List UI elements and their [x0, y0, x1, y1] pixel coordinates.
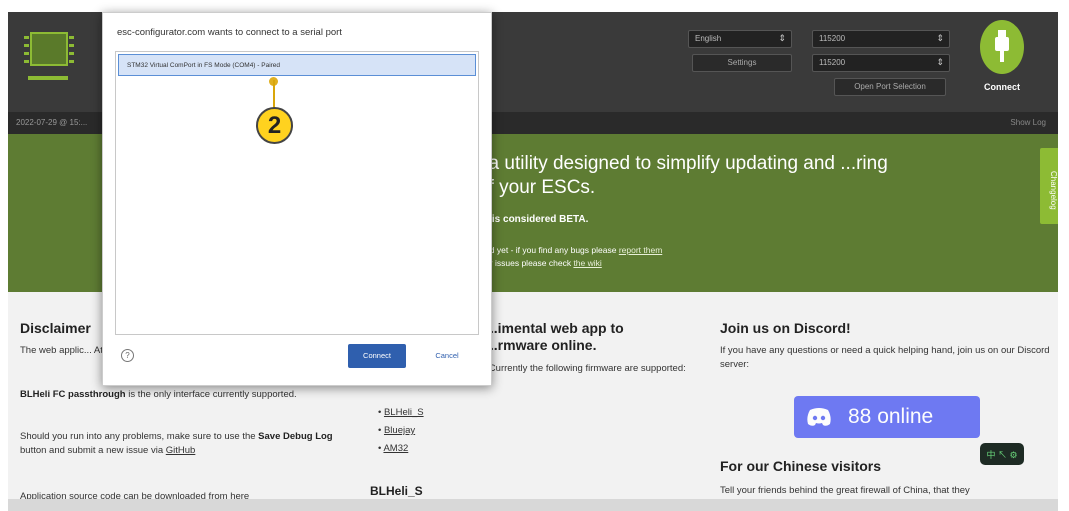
baud-select-value: 115200: [819, 34, 846, 43]
discord-title: Join us on Discord!: [720, 320, 851, 336]
show-log-link[interactable]: Show Log: [1010, 118, 1046, 127]
firmware-link-blheli-s[interactable]: BLHeli_S: [384, 407, 424, 418]
list-item: • Bluejay: [378, 425, 416, 436]
usb-plug-icon: [980, 20, 1024, 74]
esc-logo: [24, 24, 74, 84]
baud-rate-select[interactable]: 115200 ⇕: [812, 54, 950, 72]
disclaimer-debug: Should you run into any problems, make s…: [20, 430, 340, 458]
status-bar: [8, 499, 1058, 511]
open-port-selection-button[interactable]: Open Port Selection: [834, 78, 946, 96]
marker-line: [273, 80, 275, 108]
step-marker: 2: [256, 107, 293, 144]
debug-bold: Save Debug Log: [258, 431, 333, 442]
discord-widget-button[interactable]: 88 online: [794, 396, 980, 438]
list-item: • AM32: [378, 443, 409, 454]
hero-headline: , a utility designed to simplify updatin…: [478, 153, 888, 198]
settings-label: Settings: [727, 58, 757, 67]
baud-select[interactable]: 115200 ⇕: [812, 30, 950, 48]
discord-text: If you have any questions or need a quic…: [720, 345, 1050, 370]
passthrough-text: is the only interface currently supporte…: [125, 389, 297, 400]
open-port-label: Open Port Selection: [854, 82, 926, 91]
firmware-list: • BLHeli_S • Bluejay • AM32: [378, 406, 424, 456]
disclaimer-title: Disclaimer: [20, 320, 91, 336]
dialog-cancel-button[interactable]: Cancel: [418, 344, 476, 368]
list-item: • BLHeli_S: [378, 407, 424, 418]
changelog-tab[interactable]: Changelog: [1040, 148, 1058, 224]
chevron-updown-icon: ⇕: [936, 33, 944, 43]
report-link[interactable]: report them: [619, 245, 662, 255]
discord-icon: [807, 408, 831, 426]
chinese-visitors-text: Tell your friends behind the great firew…: [720, 485, 970, 496]
note-line2: ...er issues please check: [478, 258, 574, 268]
github-link[interactable]: GitHub: [166, 445, 196, 456]
connect-label: Connect: [984, 82, 1020, 92]
wiki-link[interactable]: the wiki: [573, 258, 601, 268]
serial-port-dialog: esc-configurator.com wants to connect to…: [102, 12, 492, 386]
disclaimer-passthrough: BLHeli FC passthrough is the only interf…: [20, 388, 330, 402]
middle-title: ...imental web app to ...rmware online.: [486, 320, 624, 353]
debug-text1: Should you run into any problems, make s…: [20, 431, 259, 442]
chat-widget[interactable]: 中 ↖ ⚙: [980, 443, 1024, 465]
help-icon[interactable]: ?: [121, 349, 134, 362]
chevron-updown-icon: ⇕: [936, 57, 944, 67]
serial-port-list[interactable]: STM32 Virtual ComPort in FS Mode (COM4) …: [115, 51, 479, 335]
discord-online-count: 88 online: [848, 405, 934, 428]
connect-button[interactable]: Connect: [970, 18, 1030, 108]
settings-button[interactable]: Settings: [692, 54, 792, 72]
beta-notice: ...l is considered BETA.: [478, 214, 589, 225]
passthrough-bold: BLHeli FC passthrough: [20, 389, 126, 400]
baud-rate-value: 115200: [819, 58, 846, 67]
blheli-s-section-title: BLHeli_S: [370, 484, 423, 498]
hero-note: ...ed yet - if you find any bugs please …: [478, 244, 878, 270]
dialog-title: esc-configurator.com wants to connect to…: [117, 27, 342, 38]
log-text: 2022-07-29 @ 15:...: [16, 118, 88, 127]
chevron-updown-icon: ⇕: [778, 33, 786, 43]
chinese-visitors-title: For our Chinese visitors: [720, 458, 882, 474]
language-select-value: English: [695, 34, 722, 43]
language-select[interactable]: English ⇕: [688, 30, 792, 48]
firmware-link-bluejay[interactable]: Bluejay: [384, 425, 415, 436]
debug-text2: button and submit a new issue via: [20, 445, 166, 456]
dialog-connect-button[interactable]: Connect: [348, 344, 406, 368]
serial-port-item[interactable]: STM32 Virtual ComPort in FS Mode (COM4) …: [118, 54, 476, 76]
firmware-link-am32[interactable]: AM32: [383, 443, 408, 454]
note-line1: ...ed yet - if you find any bugs please: [478, 245, 619, 255]
